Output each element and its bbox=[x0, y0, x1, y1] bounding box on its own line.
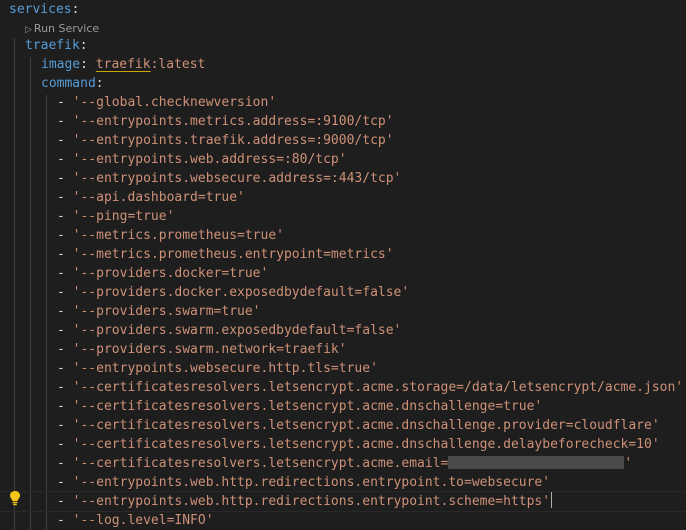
code-line: command: bbox=[41, 76, 104, 91]
image-name[interactable]: traefik bbox=[96, 57, 151, 72]
command-line: - '--providers.swarm.network=traefik' bbox=[57, 342, 347, 357]
code-editor[interactable]: services: ▷ Run Service traefik: image: t… bbox=[0, 0, 686, 530]
command-line: - '--certificatesresolvers.letsencrypt.a… bbox=[57, 418, 660, 433]
command-arg: '--entrypoints.web.address=:80/tcp' bbox=[72, 152, 347, 167]
command-line: - '--certificatesresolvers.letsencrypt.a… bbox=[57, 399, 543, 414]
command-arg: '--providers.swarm.exposedbydefault=fals… bbox=[72, 323, 402, 338]
command-line: - '--entrypoints.websecure.address=:443/… bbox=[57, 171, 402, 186]
yaml-key-command: command bbox=[41, 76, 96, 91]
run-service-label: Run Service bbox=[33, 22, 100, 35]
command-arg: '--log.level=INFO' bbox=[72, 513, 214, 528]
command-arg: '--certificatesresolvers.letsencrypt.acm… bbox=[72, 380, 684, 395]
command-line: - '--providers.swarm.exposedbydefault=fa… bbox=[57, 323, 402, 338]
command-arg: '--entrypoints.web.http.redirections.ent… bbox=[72, 475, 551, 490]
command-line: - '--providers.docker=true' bbox=[57, 266, 269, 281]
yaml-key-image: image bbox=[41, 57, 81, 72]
command-line: - '--entrypoints.metrics.address=:9100/t… bbox=[57, 114, 394, 129]
command-line: - '--entrypoints.traefik.address=:9000/t… bbox=[57, 133, 394, 148]
play-triangle-icon: ▷ bbox=[25, 25, 32, 35]
command-line: - '--ping=true' bbox=[57, 209, 175, 224]
command-line: - '--certificatesresolvers.letsencrypt.a… bbox=[57, 456, 633, 471]
command-arg: '--entrypoints.metrics.address=:9100/tcp… bbox=[72, 114, 394, 129]
command-line: - '--metrics.prometheus=true' bbox=[57, 228, 284, 243]
command-arg: '--certificatesresolvers.letsencrypt.acm… bbox=[72, 437, 660, 452]
command-line: - '--providers.swarm=true' bbox=[57, 304, 261, 319]
redacted-email bbox=[448, 456, 625, 469]
command-line: - '--metrics.prometheus.entrypoint=metri… bbox=[57, 247, 394, 262]
command-line: - '--log.level=INFO' bbox=[57, 513, 214, 528]
yaml-key-traefik: traefik bbox=[25, 38, 80, 53]
command-arg: '--providers.swarm=true' bbox=[72, 304, 261, 319]
indent-guide bbox=[14, 38, 15, 530]
command-line: - '--api.dashboard=true' bbox=[57, 190, 245, 205]
command-arg: '--providers.docker.exposedbydefault=fal… bbox=[72, 285, 410, 300]
command-arg: '--entrypoints.traefik.address=:9000/tcp… bbox=[72, 133, 394, 148]
code-line: image: traefik:latest bbox=[41, 57, 206, 72]
command-line: - '--entrypoints.web.address=:80/tcp' bbox=[57, 152, 347, 167]
command-arg: '--providers.swarm.network=traefik' bbox=[72, 342, 347, 357]
lightbulb-icon[interactable] bbox=[9, 490, 21, 506]
command-arg: '--entrypoints.websecure.http.tls=true' bbox=[72, 361, 378, 376]
command-line: - '--providers.docker.exposedbydefault=f… bbox=[57, 285, 410, 300]
command-arg: '--entrypoints.web.http.redirections.ent… bbox=[72, 494, 551, 509]
command-line-active[interactable]: - '--entrypoints.web.http.redirections.e… bbox=[57, 492, 553, 511]
text-cursor bbox=[551, 492, 553, 508]
command-arg: '--providers.docker=true' bbox=[72, 266, 269, 281]
indent-guide bbox=[30, 57, 31, 530]
command-arg: '--certificatesresolvers.letsencrypt.acm… bbox=[72, 456, 449, 471]
command-line: - '--certificatesresolvers.letsencrypt.a… bbox=[57, 437, 660, 452]
command-arg: '--certificatesresolvers.letsencrypt.acm… bbox=[72, 399, 543, 414]
command-line: - '--entrypoints.websecure.http.tls=true… bbox=[57, 361, 378, 376]
command-arg: '--ping=true' bbox=[72, 209, 175, 224]
code-line: traefik: bbox=[25, 38, 88, 53]
indent-guide bbox=[46, 95, 47, 530]
command-arg: '--entrypoints.websecure.address=:443/tc… bbox=[72, 171, 402, 186]
command-arg: '--metrics.prometheus.entrypoint=metrics… bbox=[72, 247, 394, 262]
command-line: - '--global.checknewversion' bbox=[57, 95, 277, 110]
command-arg: '--certificatesresolvers.letsencrypt.acm… bbox=[72, 418, 660, 433]
command-line: - '--certificatesresolvers.letsencrypt.a… bbox=[57, 380, 684, 395]
code-line: services: bbox=[9, 2, 80, 17]
command-arg: '--api.dashboard=true' bbox=[72, 190, 245, 205]
command-line: - '--entrypoints.web.http.redirections.e… bbox=[57, 475, 551, 490]
command-arg: '--global.checknewversion' bbox=[72, 95, 277, 110]
command-arg: '--metrics.prometheus=true' bbox=[72, 228, 284, 243]
image-tag: :latest bbox=[150, 57, 206, 72]
yaml-key-services: services bbox=[9, 2, 72, 17]
